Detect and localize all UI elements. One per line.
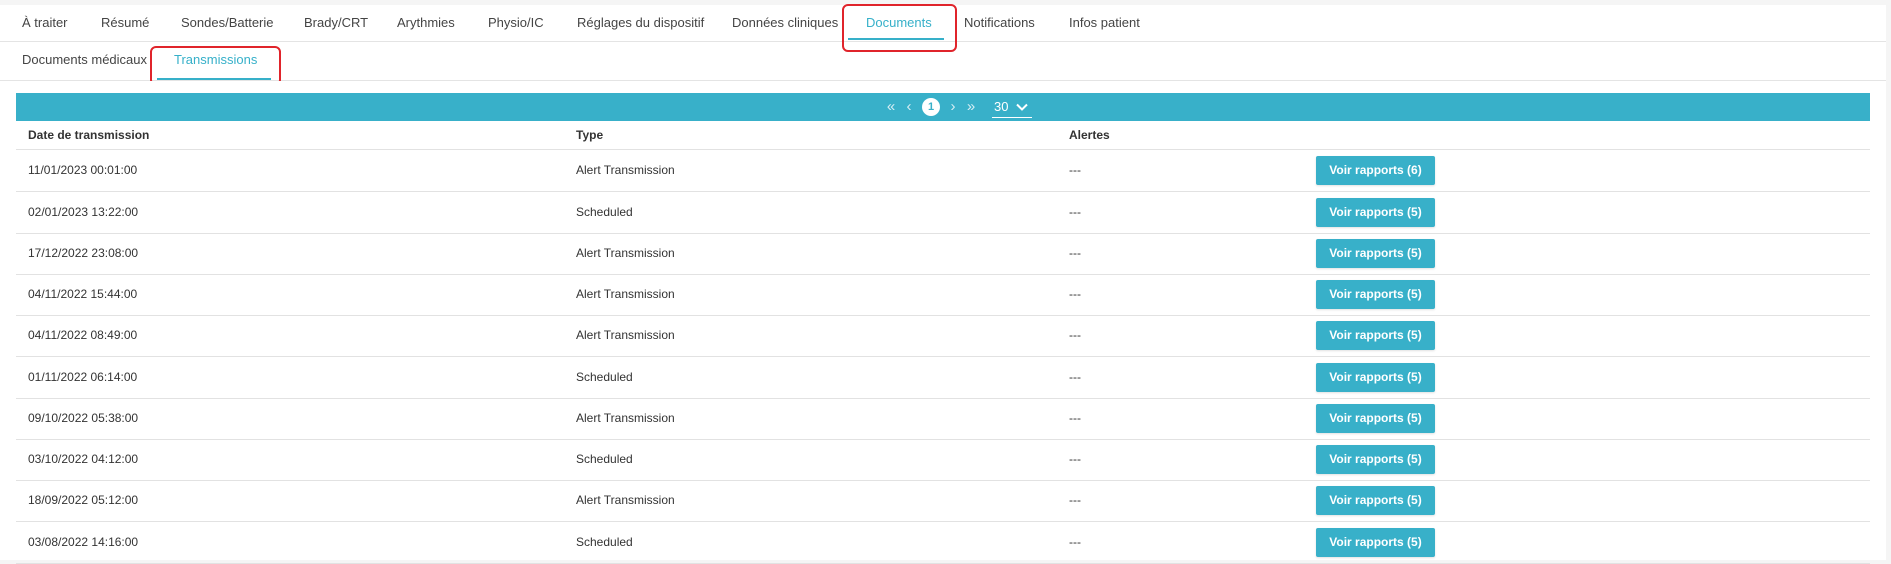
view-reports-button[interactable]: Voir rapports (5): [1316, 280, 1435, 309]
tab-sondes-batterie[interactable]: Sondes/Batterie: [181, 5, 274, 41]
view-reports-button[interactable]: Voir rapports (5): [1316, 321, 1435, 350]
tab-physio-ic[interactable]: Physio/IC: [488, 5, 544, 41]
table-row: 03/08/2022 14:16:00 Scheduled --- Voir r…: [16, 522, 1870, 564]
view-reports-button[interactable]: Voir rapports (5): [1316, 239, 1435, 268]
tab-infos-patient[interactable]: Infos patient: [1069, 5, 1140, 41]
main-tab-bar: À traiter Résumé Sondes/Batterie Brady/C…: [0, 5, 1886, 42]
subtab-transmissions[interactable]: Transmissions: [174, 42, 257, 80]
cell-alertes: ---: [1069, 493, 1081, 507]
cell-type: Scheduled: [576, 452, 633, 466]
view-reports-button[interactable]: Voir rapports (5): [1316, 198, 1435, 227]
view-reports-button[interactable]: Voir rapports (5): [1316, 445, 1435, 474]
cell-type: Scheduled: [576, 370, 633, 384]
cell-alertes: ---: [1069, 246, 1081, 260]
cell-alertes: ---: [1069, 411, 1081, 425]
pagination-controls: « ‹ 1 › » 30: [882, 93, 1033, 121]
active-tab-indicator: [848, 38, 944, 40]
cell-date: 09/10/2022 05:38:00: [28, 411, 139, 425]
cell-date: 18/09/2022 05:12:00: [28, 493, 139, 507]
tab-documents[interactable]: Documents: [866, 5, 932, 41]
active-subtab-indicator: [157, 78, 271, 80]
chevron-left-icon[interactable]: ‹: [900, 93, 918, 121]
cell-date: 03/10/2022 04:12:00: [28, 452, 139, 466]
cell-type: Alert Transmission: [576, 493, 675, 507]
table-row: 03/10/2022 04:12:00 Scheduled --- Voir r…: [16, 439, 1870, 481]
table-row: 17/12/2022 23:08:00 Alert Transmission -…: [16, 233, 1870, 275]
cell-alertes: ---: [1069, 535, 1081, 549]
table-row: 11/01/2023 00:01:00 Alert Transmission -…: [16, 150, 1870, 192]
page-size-select[interactable]: 30: [992, 97, 1033, 118]
view-reports-button[interactable]: Voir rapports (5): [1316, 363, 1435, 392]
cell-date: 11/01/2023 00:01:00: [28, 163, 138, 177]
chevron-right-icon[interactable]: ›: [944, 93, 962, 121]
pagination-bar: « ‹ 1 › » 30: [16, 93, 1870, 121]
cell-type: Scheduled: [576, 205, 633, 219]
view-reports-button[interactable]: Voir rapports (6): [1316, 156, 1435, 185]
cell-date: 03/08/2022 14:16:00: [28, 535, 139, 549]
cell-type: Alert Transmission: [576, 246, 675, 260]
double-chevron-right-icon[interactable]: »: [962, 93, 980, 121]
cell-type: Alert Transmission: [576, 287, 675, 301]
tab-arythmies[interactable]: Arythmies: [397, 5, 455, 41]
column-header-date: Date de transmission: [28, 128, 150, 142]
cell-alertes: ---: [1069, 370, 1081, 384]
cell-type: Alert Transmission: [576, 411, 675, 425]
tab-reglages-dispositif[interactable]: Réglages du dispositif: [577, 5, 704, 41]
current-page[interactable]: 1: [922, 98, 940, 116]
cell-date: 04/11/2022 15:44:00: [28, 287, 138, 301]
column-header-alertes: Alertes: [1069, 128, 1110, 142]
chevron-down-icon: [1016, 103, 1029, 111]
table-row: 04/11/2022 15:44:00 Alert Transmission -…: [16, 274, 1870, 316]
cell-alertes: ---: [1069, 452, 1081, 466]
column-header-type: Type: [576, 128, 604, 142]
cell-alertes: ---: [1069, 328, 1081, 342]
cell-date: 01/11/2022 06:14:00: [28, 370, 138, 384]
transmissions-panel: « ‹ 1 › » 30 Date de transmission Type A…: [0, 81, 1886, 564]
view-reports-button[interactable]: Voir rapports (5): [1316, 404, 1435, 433]
tab-brady-crt[interactable]: Brady/CRT: [304, 5, 368, 41]
page-size-value: 30: [994, 99, 1009, 114]
cell-date: 02/01/2023 13:22:00: [28, 205, 139, 219]
cell-alertes: ---: [1069, 287, 1081, 301]
table-header: Date de transmission Type Alertes: [16, 121, 1870, 150]
tab-a-traiter[interactable]: À traiter: [22, 5, 68, 41]
cell-type: Alert Transmission: [576, 328, 675, 342]
cell-type: Scheduled: [576, 535, 633, 549]
table-row: 02/01/2023 13:22:00 Scheduled --- Voir r…: [16, 192, 1870, 234]
cell-type: Alert Transmission: [576, 163, 675, 177]
cell-date: 04/11/2022 08:49:00: [28, 328, 138, 342]
double-chevron-left-icon[interactable]: «: [882, 93, 900, 121]
cell-alertes: ---: [1069, 163, 1081, 177]
view-reports-button[interactable]: Voir rapports (5): [1316, 528, 1435, 557]
tab-notifications[interactable]: Notifications: [964, 5, 1035, 41]
table-row: 18/09/2022 05:12:00 Alert Transmission -…: [16, 480, 1870, 522]
sub-tab-bar: Documents médicaux Transmissions: [0, 42, 1886, 81]
tab-donnees-cliniques[interactable]: Données cliniques: [732, 5, 838, 41]
cell-alertes: ---: [1069, 205, 1081, 219]
subtab-documents-medicaux[interactable]: Documents médicaux: [22, 42, 147, 80]
tab-resume[interactable]: Résumé: [101, 5, 149, 41]
table-row: 01/11/2022 06:14:00 Scheduled --- Voir r…: [16, 357, 1870, 399]
view-reports-button[interactable]: Voir rapports (5): [1316, 486, 1435, 515]
table-row: 09/10/2022 05:38:00 Alert Transmission -…: [16, 398, 1870, 440]
cell-date: 17/12/2022 23:08:00: [28, 246, 139, 260]
table-row: 04/11/2022 08:49:00 Alert Transmission -…: [16, 315, 1870, 357]
